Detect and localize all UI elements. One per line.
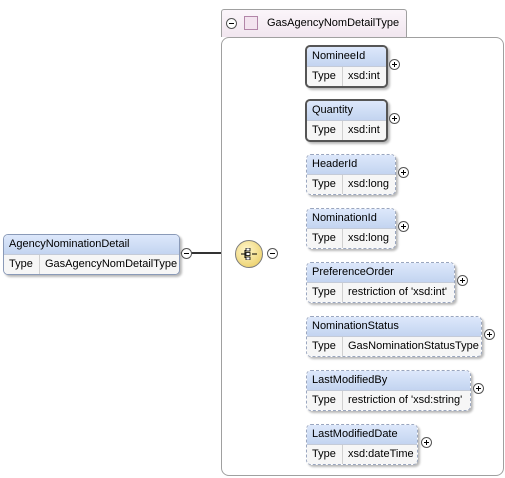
type-key: Type [307,67,343,86]
type-key: Type [307,283,343,302]
element-preferenceorder[interactable]: PreferenceOrder Type restriction of 'xsd:… [306,262,455,303]
element-lastmodifiedby[interactable]: LastModifiedBy Type restriction of 'xsd:s… [306,370,471,411]
expand-icon[interactable] [457,275,468,286]
element-name: PreferenceOrder [307,263,454,282]
type-key: Type [4,255,40,274]
element-lastmodifieddate[interactable]: LastModifiedDate Type xsd:dateTime [306,424,418,465]
element-name: LastModifiedBy [307,371,470,390]
element-nominationid[interactable]: NominationId Type xsd:long [306,208,396,249]
complex-type-header: GasAgencyNomDetailType [221,9,407,37]
type-value: GasNominationStatusType [348,340,479,352]
expand-icon[interactable] [484,329,495,340]
element-nominationstatus[interactable]: NominationStatus Type GasNominationStatus… [306,316,482,357]
type-key: Type [307,445,343,464]
element-headerid[interactable]: HeaderId Type xsd:long [306,154,396,195]
element-quantity[interactable]: Quantity Type xsd:int [305,99,388,142]
type-value: xsd:int [348,124,380,136]
element-nomineeid[interactable]: NomineeId Type xsd:int [305,45,388,88]
sequence-icon [241,248,257,260]
element-type-row: Type GasAgencyNomDetailType [4,254,179,274]
expand-icon[interactable] [398,167,409,178]
expand-icon[interactable] [389,113,400,124]
type-value: xsd:int [348,70,380,82]
root-collapse-icon[interactable] [181,248,192,259]
element-type-row: Type GasNominationStatusType [307,336,481,356]
element-name: Quantity [307,101,386,120]
type-value: xsd:dateTime [348,448,414,460]
expand-icon[interactable] [421,437,432,448]
type-value: GasAgencyNomDetailType [45,258,178,270]
complex-type-title: GasAgencyNomDetailType [267,17,400,29]
element-type-row: Type xsd:int [307,120,386,140]
type-key: Type [307,121,343,140]
element-type-row: Type restriction of 'xsd:string' [307,390,470,410]
element-name: HeaderId [307,155,395,174]
element-name: LastModifiedDate [307,425,417,444]
element-name: NominationStatus [307,317,481,336]
element-type-row: Type xsd:int [307,66,386,86]
type-value: restriction of 'xsd:string' [348,394,463,406]
expand-icon[interactable] [473,383,484,394]
type-key: Type [307,229,343,248]
element-name: NomineeId [307,47,386,66]
expand-icon[interactable] [389,59,400,70]
type-key: Type [307,337,343,356]
expand-icon[interactable] [398,221,409,232]
sequence-compositor[interactable] [235,240,263,268]
element-name: NominationId [307,209,395,228]
compositor-collapse-icon[interactable] [267,248,278,259]
element-type-row: Type restriction of 'xsd:int' [307,282,454,302]
type-value: xsd:long [348,232,389,244]
element-type-row: Type xsd:long [307,228,395,248]
element-type-row: Type xsd:dateTime [307,444,417,464]
element-type-row: Type xsd:long [307,174,395,194]
element-name: AgencyNominationDetail [4,235,179,254]
collapse-icon[interactable] [226,18,237,29]
complex-type-icon [244,16,258,30]
type-key: Type [307,391,343,410]
type-value: xsd:long [348,178,389,190]
root-element[interactable]: AgencyNominationDetail Type GasAgencyNomD… [3,234,180,275]
type-value: restriction of 'xsd:int' [348,286,447,298]
type-key: Type [307,175,343,194]
